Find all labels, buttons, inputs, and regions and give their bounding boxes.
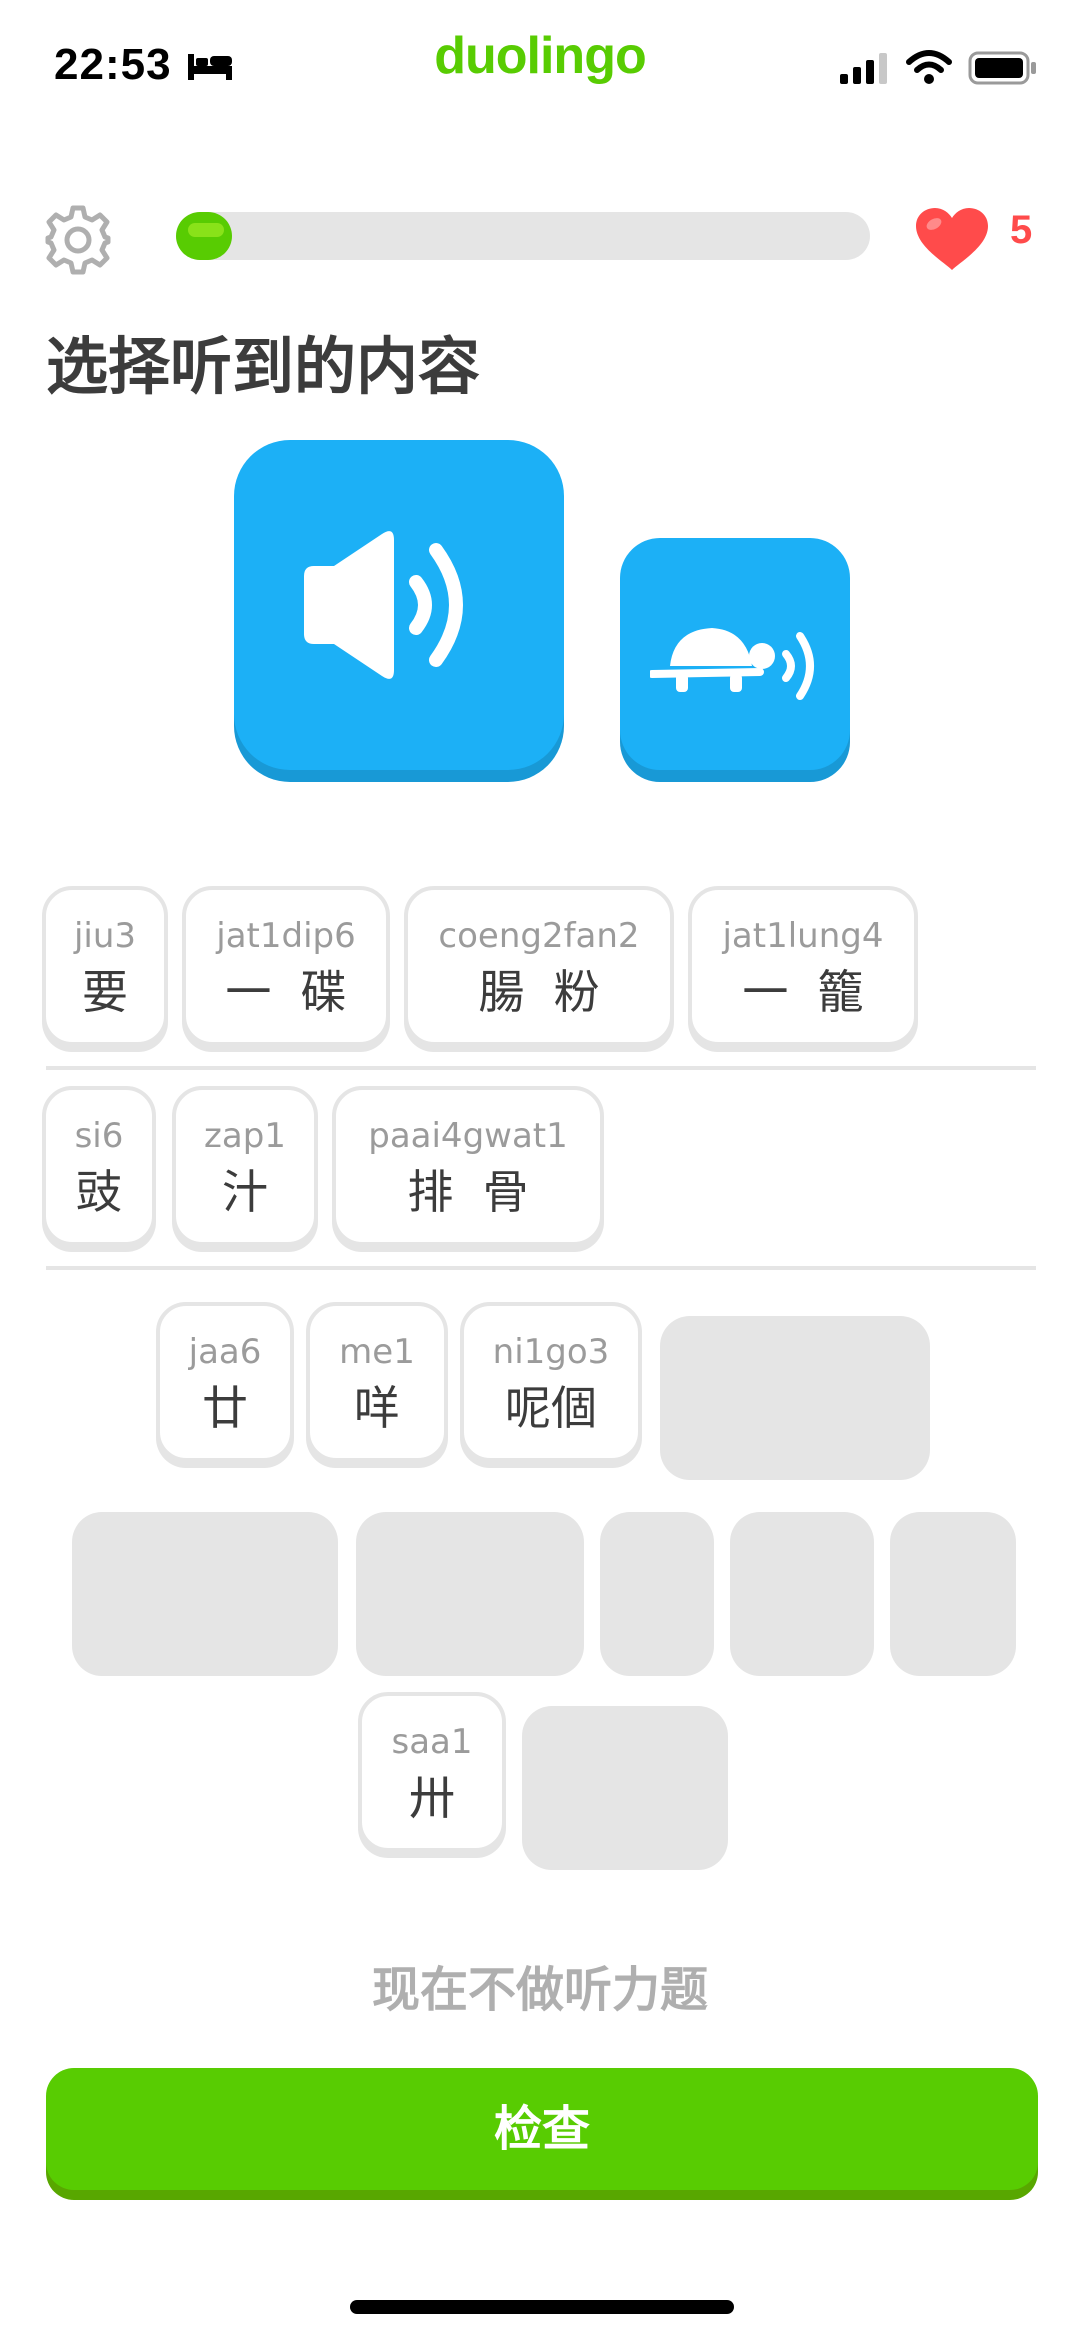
tile-chinese: 腸 粉: [478, 965, 600, 1019]
tile-chinese: 一 籠: [742, 965, 864, 1019]
word-bank-tile[interactable]: me1 咩: [306, 1302, 448, 1462]
lesson-progress-fill: [176, 212, 232, 260]
page-title: 选择听到的内容: [46, 330, 481, 403]
answer-line: [46, 1066, 1036, 1070]
word-bank-tile[interactable]: saa1 卅: [358, 1692, 506, 1852]
word-bank-empty-slot: [356, 1512, 584, 1676]
answer-tile[interactable]: jat1lung4 一 籠: [688, 886, 918, 1046]
word-bank-empty-slot: [890, 1512, 1016, 1676]
signal-icon: [840, 53, 887, 84]
tile-romanization: jat1lung4: [722, 916, 884, 956]
turtle-icon: [650, 628, 814, 700]
check-button[interactable]: 检查: [46, 2068, 1038, 2190]
answer-tile[interactable]: si6 豉: [42, 1086, 156, 1246]
answer-tile[interactable]: jat1dip6 一 碟: [182, 886, 390, 1046]
tile-romanization: si6: [74, 1116, 124, 1156]
tile-romanization: zap1: [204, 1116, 286, 1156]
tile-chinese: 廿: [202, 1381, 248, 1435]
word-bank-empty-slot: [72, 1512, 338, 1676]
tile-chinese: 咩: [354, 1381, 400, 1435]
tile-chinese: 卅: [409, 1771, 455, 1825]
word-bank-empty-slot: [660, 1316, 930, 1480]
tile-romanization: saa1: [391, 1722, 473, 1762]
word-bank-empty-slot: [522, 1706, 728, 1870]
speaker-icon: [304, 531, 463, 679]
skip-listening-link[interactable]: 现在不做听力题: [0, 1950, 1080, 2020]
tile-romanization: jaa6: [188, 1332, 262, 1372]
home-indicator: [350, 2300, 734, 2314]
tile-chinese: 呢個: [505, 1381, 597, 1435]
word-bank-empty-slot: [730, 1512, 874, 1676]
wifi-icon: [906, 50, 952, 84]
answer-line: [46, 1266, 1036, 1270]
word-bank-empty-slot: [600, 1512, 714, 1676]
tile-romanization: coeng2fan2: [438, 916, 640, 956]
heart-icon: [916, 208, 988, 270]
hearts-count: 5: [1010, 208, 1033, 252]
tile-chinese: 汁: [222, 1165, 268, 1219]
tile-chinese: 一 碟: [225, 965, 347, 1019]
answer-tile[interactable]: zap1 汁: [172, 1086, 318, 1246]
tile-chinese: 豉: [76, 1165, 122, 1219]
answer-tile[interactable]: coeng2fan2 腸 粉: [404, 886, 674, 1046]
answer-tile[interactable]: jiu3 要: [42, 886, 168, 1046]
battery-icon: [968, 51, 1036, 85]
word-bank-tile[interactable]: ni1go3 呢個: [460, 1302, 642, 1462]
tile-chinese: 排 骨: [407, 1165, 529, 1219]
answer-tile[interactable]: paai4gwat1 排 骨: [332, 1086, 604, 1246]
progress-highlight: [188, 223, 224, 237]
tile-chinese: 要: [82, 965, 128, 1019]
gear-icon[interactable]: [42, 204, 114, 276]
tile-romanization: me1: [339, 1332, 415, 1372]
tile-romanization: jiu3: [73, 916, 137, 956]
slow-audio-button[interactable]: [620, 538, 850, 770]
tile-romanization: jat1dip6: [216, 916, 356, 956]
lesson-progress-bar: [176, 212, 870, 260]
tile-romanization: ni1go3: [492, 1332, 610, 1372]
play-audio-button[interactable]: [234, 440, 564, 770]
tile-romanization: paai4gwat1: [368, 1116, 568, 1156]
word-bank-tile[interactable]: jaa6 廿: [156, 1302, 294, 1462]
